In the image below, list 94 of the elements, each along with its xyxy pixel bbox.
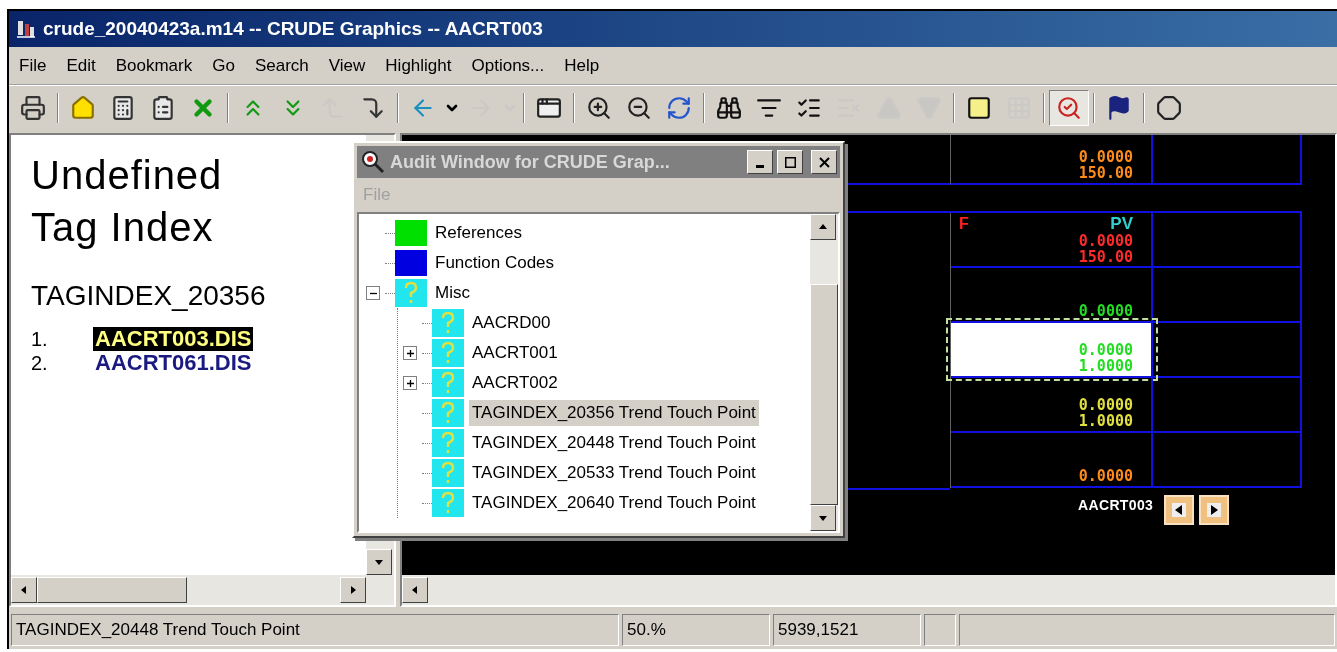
zoom-level: 50.% [622,614,770,646]
file-link[interactable]: AACRT003.DIS [93,327,254,351]
value-reading: 0.0000 [1078,233,1133,249]
tree-item[interactable]: Function Codes [432,250,558,276]
magnifier-icon [360,149,386,175]
page-name: AACRT003 [1078,496,1154,515]
faceplate-cell[interactable]: F PV 0.0000 150.00 [951,213,1153,266]
tree-item[interactable]: References [432,220,525,246]
printer-icon [20,94,46,121]
zoom-in-icon [586,94,612,121]
question-mark-icon [432,429,464,457]
scroll-down-button[interactable] [810,505,836,531]
value-reading: 0.0000 [1078,397,1133,413]
window-title: crude_20040423a.m14 -- CRUDE Graphics -- AACRT003 [43,16,543,41]
question-mark-icon [395,279,427,307]
highlight-icon [966,94,992,121]
list-number: 2. [31,351,49,376]
calculator-icon [110,94,136,121]
scroll-left-button[interactable] [11,577,37,603]
question-mark-icon [432,309,464,337]
scroll-up-button[interactable] [810,214,836,240]
close-button[interactable] [811,150,837,174]
value-reading: 150.00 [1078,249,1133,265]
value-reading: 0.0000 [1078,149,1133,165]
faceplate-cell[interactable]: 0.0000 [951,433,1153,486]
expand-toggle[interactable] [403,376,417,390]
tree-item[interactable]: TAGINDEX_20533 Trend Touch Point [469,460,759,486]
menu-item[interactable]: Bookmark [115,52,193,79]
scroll-thumb[interactable] [37,577,187,603]
menu-item[interactable]: Edit [66,52,96,79]
scroll-thumb[interactable] [810,284,838,505]
question-mark-icon [432,339,464,367]
tag-name: TAGINDEX_20356 [31,279,267,313]
menu-item[interactable]: Options... [471,52,545,79]
menu-item[interactable]: File [19,52,47,79]
question-mark-icon [432,459,464,487]
window-title: Audit Window for CRUDE Grap... [390,150,671,174]
expand-toggle[interactable] [403,346,417,360]
value-reading: 0.0000 [1078,342,1133,358]
zoom-out-icon [626,94,652,121]
minimize-button[interactable] [747,150,773,174]
close-icon [818,156,830,168]
value-reading: 1.0000 [1078,413,1133,429]
value-reading: 0.0000 [1078,303,1133,319]
menu-item[interactable]: Help [564,52,600,79]
horizontal-scrollbar[interactable] [402,575,1335,605]
magnifier-icon [1056,94,1082,121]
maximize-button[interactable] [777,150,803,174]
swap-icon [666,94,692,121]
flag-icon [1106,94,1132,121]
previous-page-button[interactable] [1164,495,1194,525]
status-pane [924,614,956,646]
house-icon [70,94,96,121]
question-mark-icon [432,489,464,517]
vertical-scrollbar[interactable] [810,214,838,531]
tree-item[interactable]: TAGINDEX_20640 Trend Touch Point [469,490,759,516]
scroll-left-button[interactable] [402,577,428,603]
file-link[interactable]: AACRT061.DIS [93,351,254,375]
collapse-toggle[interactable] [366,286,380,300]
status-marker: F [959,215,969,233]
value-reading: 150.00 [1078,165,1133,181]
coordinates: 5939,1521 [773,614,921,646]
scroll-down-button[interactable] [366,549,392,575]
tree-item[interactable]: AACRT002 [469,370,561,396]
plus-icon [405,378,415,388]
next-page-button[interactable] [1199,495,1229,525]
audit-button[interactable] [1049,89,1089,126]
tree-item[interactable]: AACRD00 [469,310,554,336]
index-heading: Undefined Tag Index [31,152,224,251]
value-reading: 1.0000 [1078,358,1133,374]
app-icon [15,18,37,40]
horizontal-scrollbar[interactable] [11,575,394,605]
plus-icon [405,348,415,358]
menu-item[interactable]: View [328,52,366,79]
tree-item[interactable]: TAGINDEX_20356 Trend Touch Point [469,400,759,426]
minimize-icon [756,164,764,168]
octagon-icon [1156,94,1182,121]
menu-item[interactable]: Go [212,52,235,79]
status-message: TAGINDEX_20448 Trend Touch Point [11,614,619,646]
question-mark-icon [432,369,464,397]
list-number: 1. [31,327,49,352]
tree-item[interactable]: TAGINDEX_20448 Trend Touch Point [469,430,759,456]
tree-item[interactable]: AACRT001 [469,340,561,366]
point-label: PV [1110,215,1133,233]
faceplate-cell[interactable]: 0.0000 1.0000 [951,378,1153,431]
menu-item[interactable]: Highlight [385,52,452,79]
tree-item[interactable]: Misc [432,280,473,306]
question-mark-icon [432,399,464,427]
scroll-right-button[interactable] [340,577,366,603]
maximize-icon [784,156,796,168]
value-reading: 0.0000 [1078,468,1133,484]
clipboard-icon [150,94,176,121]
binoculars-icon [716,94,742,121]
menu-item[interactable]: Search [254,52,309,79]
